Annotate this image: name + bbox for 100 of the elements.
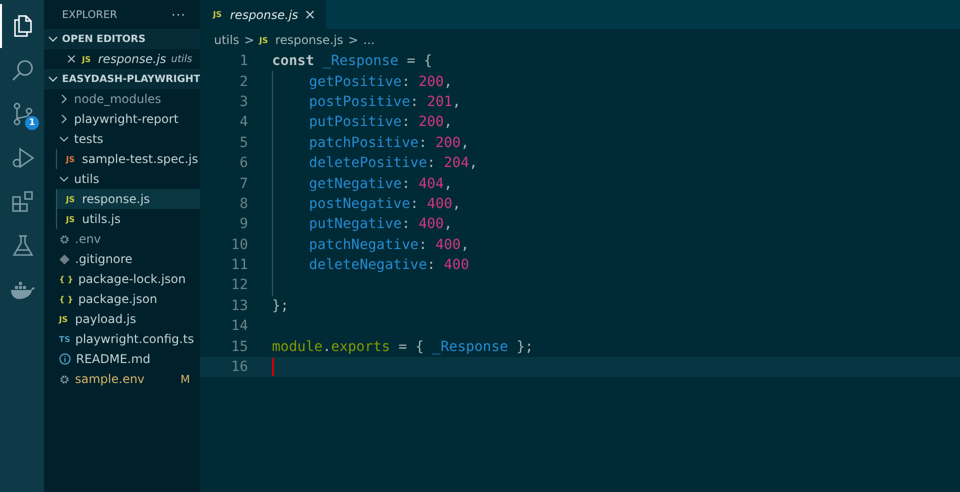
close-button[interactable]: ×: [304, 6, 316, 22]
line-number: 14: [230, 318, 248, 334]
tree-item[interactable]: { } package.json: [44, 289, 200, 309]
line-number: 2: [238, 74, 248, 90]
line-number: 6: [238, 155, 248, 172]
file-type-icon: TS: [59, 334, 70, 344]
source-control-icon: [11, 102, 35, 126]
line-number: 7: [238, 176, 248, 192]
tree-item[interactable]: .env: [44, 229, 200, 249]
code-text: putNegative: 400,: [309, 216, 452, 232]
tree-item[interactable]: JS payload.js: [44, 309, 200, 329]
tree-item[interactable]: README.md: [44, 349, 200, 369]
tree-item[interactable]: playwright-report: [44, 109, 200, 129]
count-badge: 1: [25, 116, 39, 130]
flask-icon: [11, 234, 35, 258]
breadcrumb-item[interactable]: response.js: [275, 33, 344, 47]
breadcrumb-item[interactable]: ...: [363, 33, 375, 47]
code-text: getPositive: 200,: [309, 74, 452, 90]
tree-label: payload.js: [75, 312, 138, 326]
line-number: 15: [230, 338, 248, 355]
file-type-icon: JS: [59, 314, 70, 324]
gear-icon: [59, 374, 70, 384]
line-number: 1: [238, 53, 248, 70]
tree-label: utils: [74, 172, 100, 186]
line-number: 8: [238, 196, 248, 212]
line-number: 12: [230, 277, 248, 294]
tree-item[interactable]: .gitignore: [44, 249, 200, 269]
code-text: postPositive: 201,: [309, 94, 461, 110]
chevron-icon: [48, 34, 58, 44]
run-debug-icon: [11, 146, 35, 170]
code-text: module.exports = { _Response };: [272, 338, 534, 355]
line-number: 11: [230, 257, 248, 274]
code-text: deletePositive: 204,: [309, 155, 478, 172]
search-icon: [11, 58, 35, 82]
editor-tab[interactable]: JS response.js ×: [200, 0, 326, 29]
more-button[interactable]: ···: [172, 8, 186, 22]
tree-item[interactable]: { } package-lock.json: [44, 269, 200, 289]
code-text: const _Response = {: [272, 53, 432, 70]
tree-label: package-lock.json: [78, 272, 187, 286]
tree-label: sample-test.spec.js: [82, 152, 200, 166]
tree-label: playwright.config.ts: [75, 332, 195, 346]
line-number: 4: [238, 114, 248, 130]
code-text: patchNegative: 400,: [309, 236, 470, 253]
open-editor-item[interactable]: × JS response.js utils: [44, 49, 200, 69]
breadcrumb-item[interactable]: utils: [214, 33, 240, 47]
breadcrumb-item[interactable]: >: [348, 33, 358, 47]
line-number: 3: [238, 94, 248, 110]
tree-label: .env: [75, 232, 102, 246]
tree-label: .gitignore: [75, 252, 134, 266]
line-number: 9: [238, 216, 248, 232]
code-text: postNegative: 400,: [309, 196, 461, 212]
code-text: deleteNegative: 400: [309, 257, 470, 274]
file-type-icon: { }: [59, 274, 74, 284]
file-type-icon: JS: [66, 154, 77, 164]
tree-item[interactable]: TS playwright.config.ts: [44, 329, 200, 349]
text-cursor: [272, 358, 274, 376]
status-letter: M: [180, 372, 191, 386]
line-number: 5: [238, 134, 248, 151]
tree-label: node_modules: [74, 92, 162, 106]
file-type-icon: JS: [66, 214, 77, 224]
section-title: OPEN EDITORS: [62, 34, 146, 44]
chevron-icon: [48, 74, 58, 84]
project-header[interactable]: EASYDASH-PLAYWRIGHT: [44, 69, 200, 89]
tree-label: playwright-report: [74, 112, 180, 126]
js-file-icon: JS: [259, 36, 270, 44]
tree-label: tests: [74, 132, 104, 146]
tree-label: README.md: [76, 352, 152, 366]
tree-item[interactable]: sample.env M: [44, 369, 200, 389]
file-name: response.js: [98, 52, 166, 66]
line-number: 13: [230, 298, 248, 314]
tab-title: response.js: [230, 8, 298, 22]
code-text: putPositive: 200,: [309, 114, 452, 130]
js-file-icon: JS: [213, 10, 224, 19]
tree-label: utils.js: [82, 212, 122, 226]
js-file-icon: JS: [82, 54, 93, 64]
tree-item[interactable]: utils: [44, 169, 200, 189]
activity-item[interactable]: 1: [0, 92, 44, 136]
open-editors-header[interactable]: OPEN EDITORS: [44, 29, 200, 49]
line-number: 10: [230, 236, 248, 253]
tree-item[interactable]: JS response.js: [56, 189, 200, 209]
info-icon: [59, 353, 71, 365]
section-title: EASYDASH-PLAYWRIGHT: [62, 74, 200, 84]
tree-label: sample.env: [75, 372, 146, 386]
file-type-icon: JS: [66, 194, 77, 204]
close-button[interactable]: ×: [66, 52, 77, 66]
explorer-title: EXPLORER: [62, 8, 118, 20]
diamond-icon: [59, 254, 70, 264]
code-text: };: [272, 298, 289, 314]
folder-hint: utils: [171, 54, 192, 64]
tree-item[interactable]: node_modules: [44, 89, 200, 109]
file-type-icon: { }: [59, 294, 74, 304]
gear-icon: [59, 234, 70, 244]
line-number: 16: [230, 359, 248, 376]
tree-label: package.json: [78, 292, 158, 306]
tree-label: response.js: [82, 192, 151, 206]
tree-item[interactable]: tests: [44, 129, 200, 149]
code-text: patchPositive: 200,: [309, 134, 470, 151]
whale-icon: [10, 280, 36, 300]
breadcrumb-item[interactable]: >: [244, 33, 254, 47]
code-text: getNegative: 404,: [309, 176, 452, 192]
